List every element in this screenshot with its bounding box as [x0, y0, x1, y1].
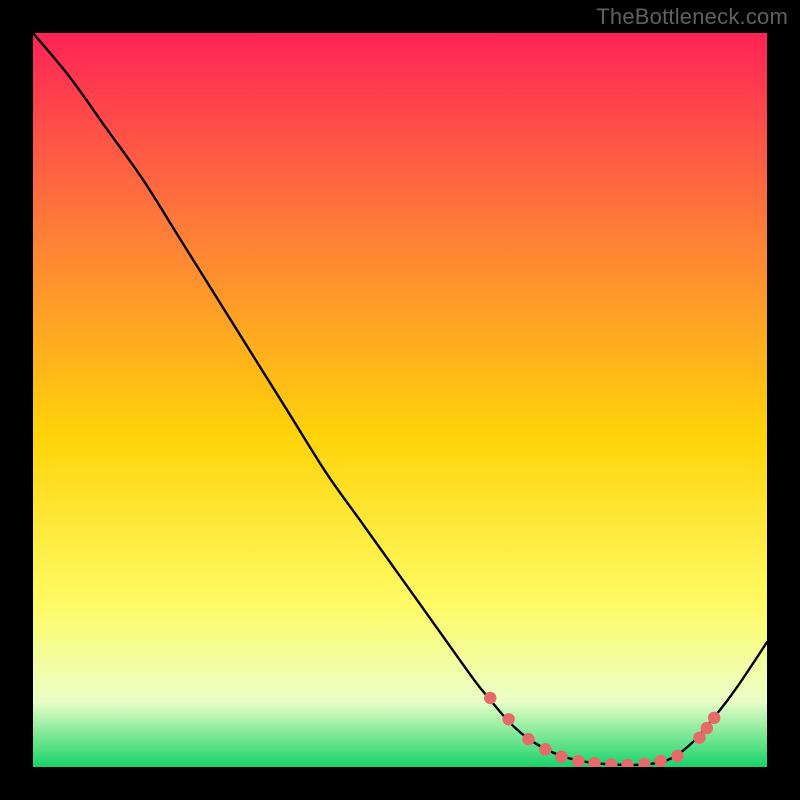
watermark-text: TheBottleneck.com — [596, 4, 788, 30]
plot-area — [33, 33, 767, 767]
gradient-background — [33, 33, 767, 767]
marker-dot — [572, 755, 584, 767]
marker-dot — [708, 712, 720, 724]
marker-dot — [502, 713, 514, 725]
marker-dot — [701, 722, 713, 734]
plot-svg — [33, 33, 767, 767]
marker-dot — [522, 733, 534, 745]
marker-dot — [539, 743, 551, 755]
marker-dot — [654, 755, 666, 767]
marker-dot — [555, 751, 567, 763]
marker-dot — [671, 750, 683, 762]
marker-dot — [484, 692, 496, 704]
chart-stage: TheBottleneck.com — [0, 0, 800, 800]
